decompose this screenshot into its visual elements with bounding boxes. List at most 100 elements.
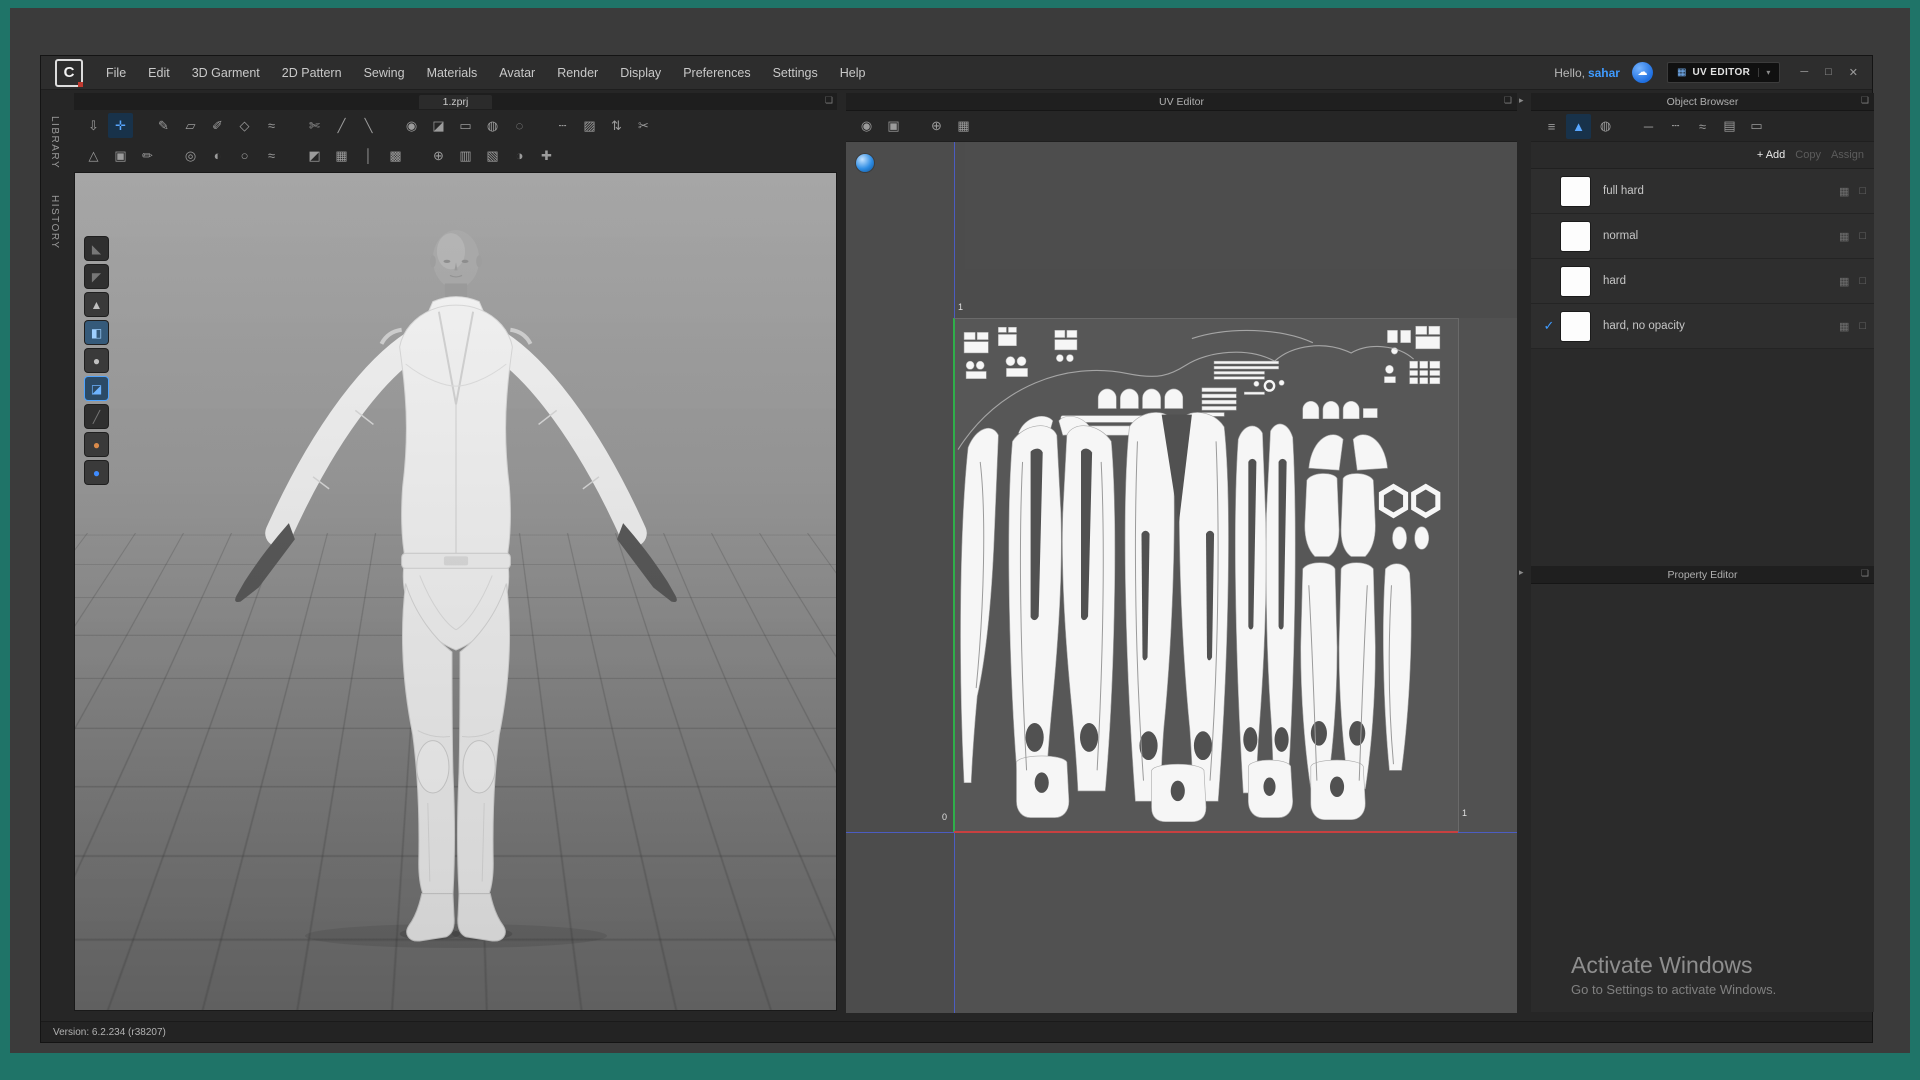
select-move-icon[interactable]: ✛ — [108, 113, 133, 138]
material-sphere-badge[interactable] — [856, 154, 874, 172]
grading-objects-icon[interactable]: ≈ — [1690, 114, 1715, 139]
brush-select-icon[interactable]: ✏ — [135, 143, 160, 168]
simulate-icon[interactable]: ⇩ — [81, 113, 106, 138]
cloud-sync-icon[interactable]: ☁ — [1631, 62, 1653, 83]
grain-line-icon[interactable]: │ — [356, 143, 381, 168]
edit-curvature-icon[interactable]: ≈ — [259, 113, 284, 138]
zipper-icon[interactable]: ⇅ — [604, 113, 629, 138]
material-swatch[interactable] — [1561, 176, 1590, 206]
fold-arrangement-icon[interactable]: ◪ — [426, 113, 451, 138]
object-row[interactable]: ✓ hard, no opacity ▦ □ — [1531, 304, 1874, 349]
topstitch-icon[interactable]: ┄ — [550, 113, 575, 138]
smooth-icon[interactable]: ○ — [232, 143, 257, 168]
viewport-3d[interactable]: ◣ ◤ ▲ ◧ ● ◪ ╱ ● ● — [74, 172, 837, 1011]
material-swatch[interactable] — [1561, 311, 1590, 341]
free-sewing-icon[interactable]: ╲ — [356, 113, 381, 138]
close-button[interactable]: ✕ — [1849, 66, 1858, 79]
object-row[interactable]: hard ▦ □ — [1531, 259, 1874, 304]
add-button[interactable]: + Add — [1757, 149, 1785, 161]
measure-tape-icon[interactable]: ▭ — [453, 113, 478, 138]
uv-map-icon[interactable]: ▦ — [329, 143, 354, 168]
menu-materials[interactable]: Materials — [416, 56, 489, 89]
fabric-icon[interactable]: ▦ — [1839, 320, 1849, 333]
menu-settings[interactable]: Settings — [762, 56, 829, 89]
uv-pack-icon[interactable]: ▦ — [951, 114, 976, 139]
box-select-icon[interactable]: ▣ — [108, 143, 133, 168]
add-point-icon[interactable]: ◇ — [232, 113, 257, 138]
tab-history[interactable]: HISTORY — [49, 195, 60, 250]
menu-avatar[interactable]: Avatar — [488, 56, 546, 89]
edit-sewing-icon[interactable]: ✄ — [302, 113, 327, 138]
copy-button[interactable]: Copy — [1795, 149, 1821, 161]
sculpt-icon[interactable]: ◐ — [205, 143, 230, 168]
pattern-2d-thumb[interactable]: ◪ — [85, 377, 108, 400]
property-editor-expand-icon[interactable]: ❏ — [1861, 568, 1869, 579]
avatar-3d[interactable] — [196, 213, 716, 948]
collapse-property-editor-icon[interactable]: ▸ — [1519, 567, 1524, 578]
viewport-settings-icon[interactable]: ✚ — [534, 143, 559, 168]
uv-canvas[interactable]: 1 0 1 — [846, 142, 1517, 1013]
menu-render[interactable]: Render — [546, 56, 609, 89]
show-strain-icon[interactable]: ▧ — [480, 143, 505, 168]
uv-panel-expand-icon[interactable]: ❏ — [1504, 95, 1512, 106]
steam-icon[interactable]: ≈ — [259, 143, 284, 168]
menu-preferences[interactable]: Preferences — [672, 56, 761, 89]
puckering-icon[interactable]: ▨ — [577, 113, 602, 138]
material-sphere-thumb[interactable]: ● — [85, 461, 108, 484]
maximize-button[interactable]: □ — [1825, 66, 1832, 79]
measure-objects-icon[interactable]: ▭ — [1744, 114, 1769, 139]
tab-expand-icon[interactable]: ❏ — [825, 95, 833, 106]
username[interactable]: sahar — [1588, 66, 1620, 80]
visibility-toggle-icon[interactable]: □ — [1859, 275, 1866, 287]
minimize-button[interactable]: ─ — [1800, 66, 1808, 79]
app-logo[interactable]: C — [55, 58, 83, 87]
scene-thumb-2[interactable]: ◤ — [85, 265, 108, 288]
garment-objects-icon[interactable]: ▲ — [1566, 113, 1591, 139]
material-swatch[interactable] — [1561, 266, 1590, 296]
transform-pattern-icon[interactable]: ▱ — [178, 113, 203, 138]
fabric-icon[interactable]: ▦ — [1839, 275, 1849, 288]
material-objects-icon[interactable]: ◍ — [1593, 114, 1618, 139]
pattern-color-thumb[interactable]: ◧ — [85, 321, 108, 344]
list-view-icon[interactable]: ≡ — [1539, 114, 1564, 139]
mode-selector-dropdown[interactable]: ▦ UV EDITOR ▾ — [1666, 62, 1781, 83]
collapse-object-browser-icon[interactable]: ▸ — [1519, 95, 1524, 106]
project-tab[interactable]: 1.zprj — [418, 94, 493, 109]
pin-icon[interactable]: ◉ — [399, 113, 424, 138]
material-swatch[interactable] — [1561, 221, 1590, 251]
brush-thumb[interactable]: ╱ — [85, 405, 108, 428]
texture-editor-icon[interactable]: ▩ — [383, 143, 408, 168]
scene-thumb-1[interactable]: ◣ — [85, 237, 108, 260]
object-row[interactable]: full hard ▦ □ — [1531, 169, 1874, 214]
menu-2d-pattern[interactable]: 2D Pattern — [271, 56, 353, 89]
garment-white-thumb[interactable]: ▲ — [85, 293, 108, 316]
avatar-gray-thumb[interactable]: ● — [85, 349, 108, 372]
layers-icon[interactable]: ▤ — [1717, 114, 1742, 139]
stitch-objects-icon[interactable]: ┄ — [1663, 114, 1688, 139]
buttonhole-icon[interactable]: ◌ — [507, 113, 532, 138]
menu-display[interactable]: Display — [609, 56, 672, 89]
button-icon[interactable]: ◍ — [480, 113, 505, 138]
solidify-icon[interactable]: ◩ — [302, 143, 327, 168]
menu-3d-garment[interactable]: 3D Garment — [181, 56, 271, 89]
uv-pattern-pieces[interactable] — [954, 318, 1458, 832]
object-browser-expand-icon[interactable]: ❏ — [1861, 95, 1869, 106]
tack-icon[interactable]: ◎ — [178, 143, 203, 168]
visibility-toggle-icon[interactable]: □ — [1859, 185, 1866, 197]
fabric-icon[interactable]: ▦ — [1839, 185, 1849, 198]
uv-snapshot-icon[interactable]: ◉ — [854, 114, 879, 139]
trim-icon[interactable]: ✂ — [631, 113, 656, 138]
tab-library[interactable]: LIBRARY — [49, 116, 60, 169]
visibility-toggle-icon[interactable]: □ — [1859, 230, 1866, 242]
visibility-toggle-icon[interactable]: □ — [1859, 320, 1866, 332]
object-row[interactable]: normal ▦ □ — [1531, 214, 1874, 259]
menu-sewing[interactable]: Sewing — [353, 56, 416, 89]
avatar-skin-thumb[interactable]: ● — [85, 433, 108, 456]
select-mesh-icon[interactable]: ✎ — [151, 113, 176, 138]
gizmo-icon[interactable]: ⊕ — [426, 143, 451, 168]
menu-help[interactable]: Help — [829, 56, 877, 89]
segment-sewing-icon[interactable]: ╱ — [329, 113, 354, 138]
menu-edit[interactable]: Edit — [137, 56, 181, 89]
assign-button[interactable]: Assign — [1831, 149, 1864, 161]
menu-file[interactable]: File — [95, 56, 137, 89]
